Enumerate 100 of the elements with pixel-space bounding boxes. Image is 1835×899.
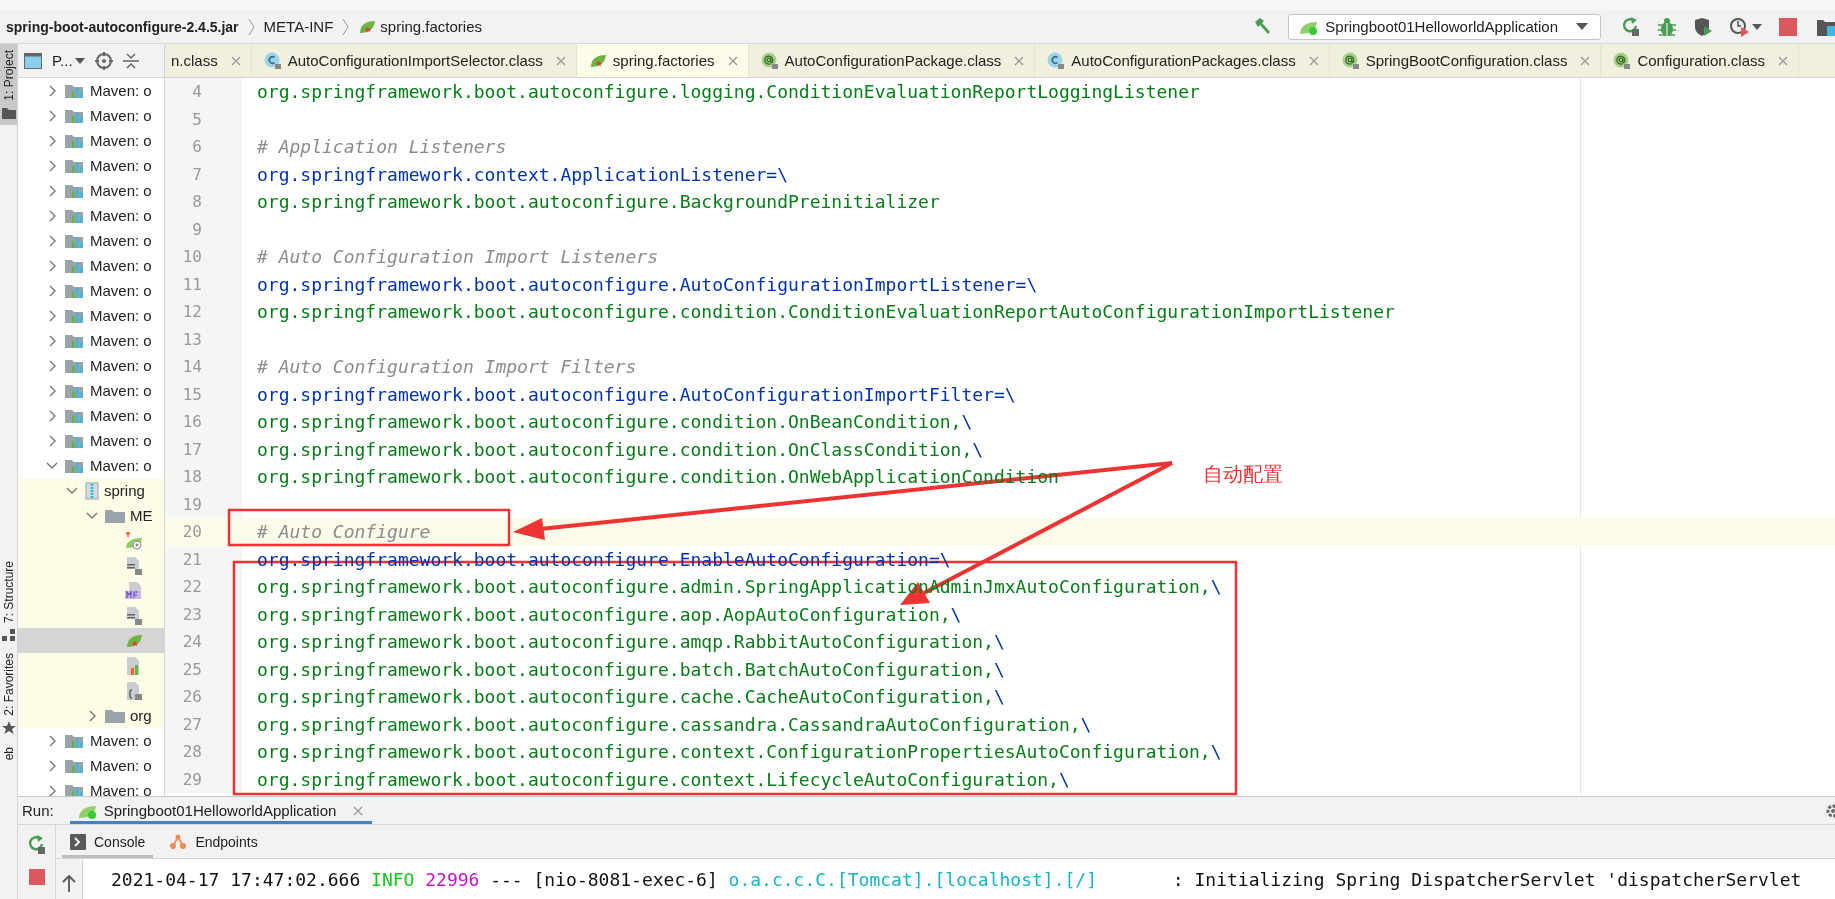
line-number: 12 [165,298,242,326]
tree-item[interactable]: Maven: o [18,403,164,428]
tree-item[interactable]: Maven: o [18,153,164,178]
bug-icon[interactable] [1657,16,1677,37]
breadcrumb-item[interactable]: spring-boot-autoconfigure-2.4.5.jar [6,18,239,35]
run-label: Run: [22,802,54,819]
tree-item[interactable]: org [18,703,164,728]
shield-run-icon[interactable] [1693,16,1713,37]
library-icon [65,107,85,124]
tree-item[interactable]: Maven: o [18,353,164,378]
annotation-label: 自动配置 [1203,461,1283,488]
line-number: 10 [165,243,242,271]
line-number: 14 [165,353,242,381]
line-number: 29 [165,765,242,793]
library-icon [65,157,85,174]
close-icon[interactable] [229,54,242,67]
rerun-icon[interactable] [1621,16,1641,37]
class-icon [263,51,282,70]
line-number: 7 [165,160,242,188]
library-icon [65,182,85,199]
collapse-all-icon[interactable] [122,51,139,70]
code-line: org.springframework.boot.autoconfigure.condition.ConditionEvaluationReportAutoConfigurationImportListener [257,301,1395,323]
run-configuration-dropdown[interactable]: Springboot01HelloworldApplication [1288,13,1601,40]
stop-icon[interactable] [1779,17,1797,36]
code-line: org.springframework.boot.autoconfigure.BackgroundPreinitializer [257,191,940,213]
library-icon [65,782,85,796]
tree-item[interactable]: Maven: o [18,178,164,203]
class-icon [1047,51,1066,70]
console-tab[interactable]: Console [62,825,154,858]
line-number: 22 [165,573,242,601]
run-configuration-name: Springboot01HelloworldApplication [1325,18,1558,35]
log-text: 22996 [425,869,480,892]
layout-icon[interactable] [1817,17,1835,36]
close-icon[interactable] [352,804,365,817]
stop-icon[interactable] [28,869,45,885]
window-icon [24,52,42,69]
annotation-icon [760,51,779,70]
line-number: 9 [165,215,242,243]
code-comment: # Auto Configuration Import Listeners [257,246,658,268]
leaf-icon [588,52,607,69]
tool-window-button[interactable]: 7: Structure [0,554,17,647]
close-icon[interactable] [554,54,567,67]
line-number: 23 [165,600,242,628]
breadcrumb-separator-icon [341,17,351,36]
rerun-icon[interactable] [26,835,47,855]
close-icon[interactable] [726,54,739,67]
tree-item[interactable]: Maven: o [18,253,164,278]
tool-window-button[interactable]: eb [0,741,17,767]
folder-icon [105,507,125,524]
log-text: : Initializing Spring DispatcherServlet 'dispatcherServlet [1172,869,1802,892]
tree-item[interactable]: Maven: o [18,228,164,253]
breadcrumb-item[interactable]: META-INF [263,18,334,35]
close-icon[interactable] [1579,54,1592,67]
folder-icon [105,707,125,724]
hammer-icon[interactable] [1252,16,1273,37]
tool-window-button[interactable]: 2: Favorites [0,646,17,742]
clock-run-icon[interactable] [1729,16,1763,37]
tree-item[interactable]: Maven: o [18,728,164,753]
console-tab[interactable]: Endpoints [161,825,266,858]
tree-item[interactable]: Maven: o [18,203,164,228]
run-tab[interactable]: Springboot01HelloworldApplication [69,797,373,824]
editor-tab[interactable]: Configuration.class [1601,44,1799,77]
settings-icon[interactable] [1825,802,1835,819]
tool-window-button[interactable]: 1: Project [0,44,17,125]
tree-item[interactable]: Maven: o [18,278,164,303]
tree-item[interactable]: Maven: o [18,753,164,778]
project-view-dropdown[interactable]: P... [52,52,85,69]
editor-tab[interactable]: AutoConfigurationPackages.class [1035,44,1330,77]
line-number: 5 [165,105,242,133]
editor-tab[interactable]: SpringBootConfiguration.class [1329,44,1602,77]
editor-tab[interactable]: AutoConfigurationPackage.class [748,44,1036,77]
tree-item[interactable]: Maven: o [18,128,164,153]
log-text: o.a.c.c.C.[Tomcat].[localhost].[/] [728,869,1098,892]
log-text: --- [nio-8081-exec-6] [490,869,718,892]
close-icon[interactable] [1307,54,1320,67]
line-number: 24 [165,628,242,656]
tree-item[interactable]: Maven: o [18,428,164,453]
code-line: org.springframework.boot.autoconfigure.context.LifecycleAutoConfiguration,\ [257,768,1070,790]
close-icon[interactable] [1013,54,1026,67]
tree-item[interactable] [18,603,164,628]
close-icon[interactable] [1777,54,1789,67]
tree-item[interactable]: ME [18,503,164,528]
library-icon [65,307,85,324]
breadcrumb-separator-icon [246,17,256,36]
library-icon [65,382,85,399]
editor-tab[interactable]: AutoConfigurationImportSelector.class [251,44,577,77]
locate-icon[interactable] [94,51,113,70]
tree-item[interactable]: spring [18,478,164,503]
tree-item[interactable]: Maven: o [18,453,164,478]
tree-item[interactable]: Maven: o [18,303,164,328]
tree-item[interactable]: Maven: o [18,78,164,103]
editor-tab[interactable]: spring.factories [576,44,749,77]
tree-item[interactable]: Maven: o [18,103,164,128]
breadcrumb-item[interactable]: spring.factories [358,18,482,35]
line-number: 11 [165,270,242,298]
library-icon [65,132,85,149]
editor-tab[interactable]: n.class [165,44,252,77]
library-icon [65,732,85,749]
tree-item[interactable]: Maven: o [18,378,164,403]
tree-item[interactable]: Maven: o [18,328,164,353]
